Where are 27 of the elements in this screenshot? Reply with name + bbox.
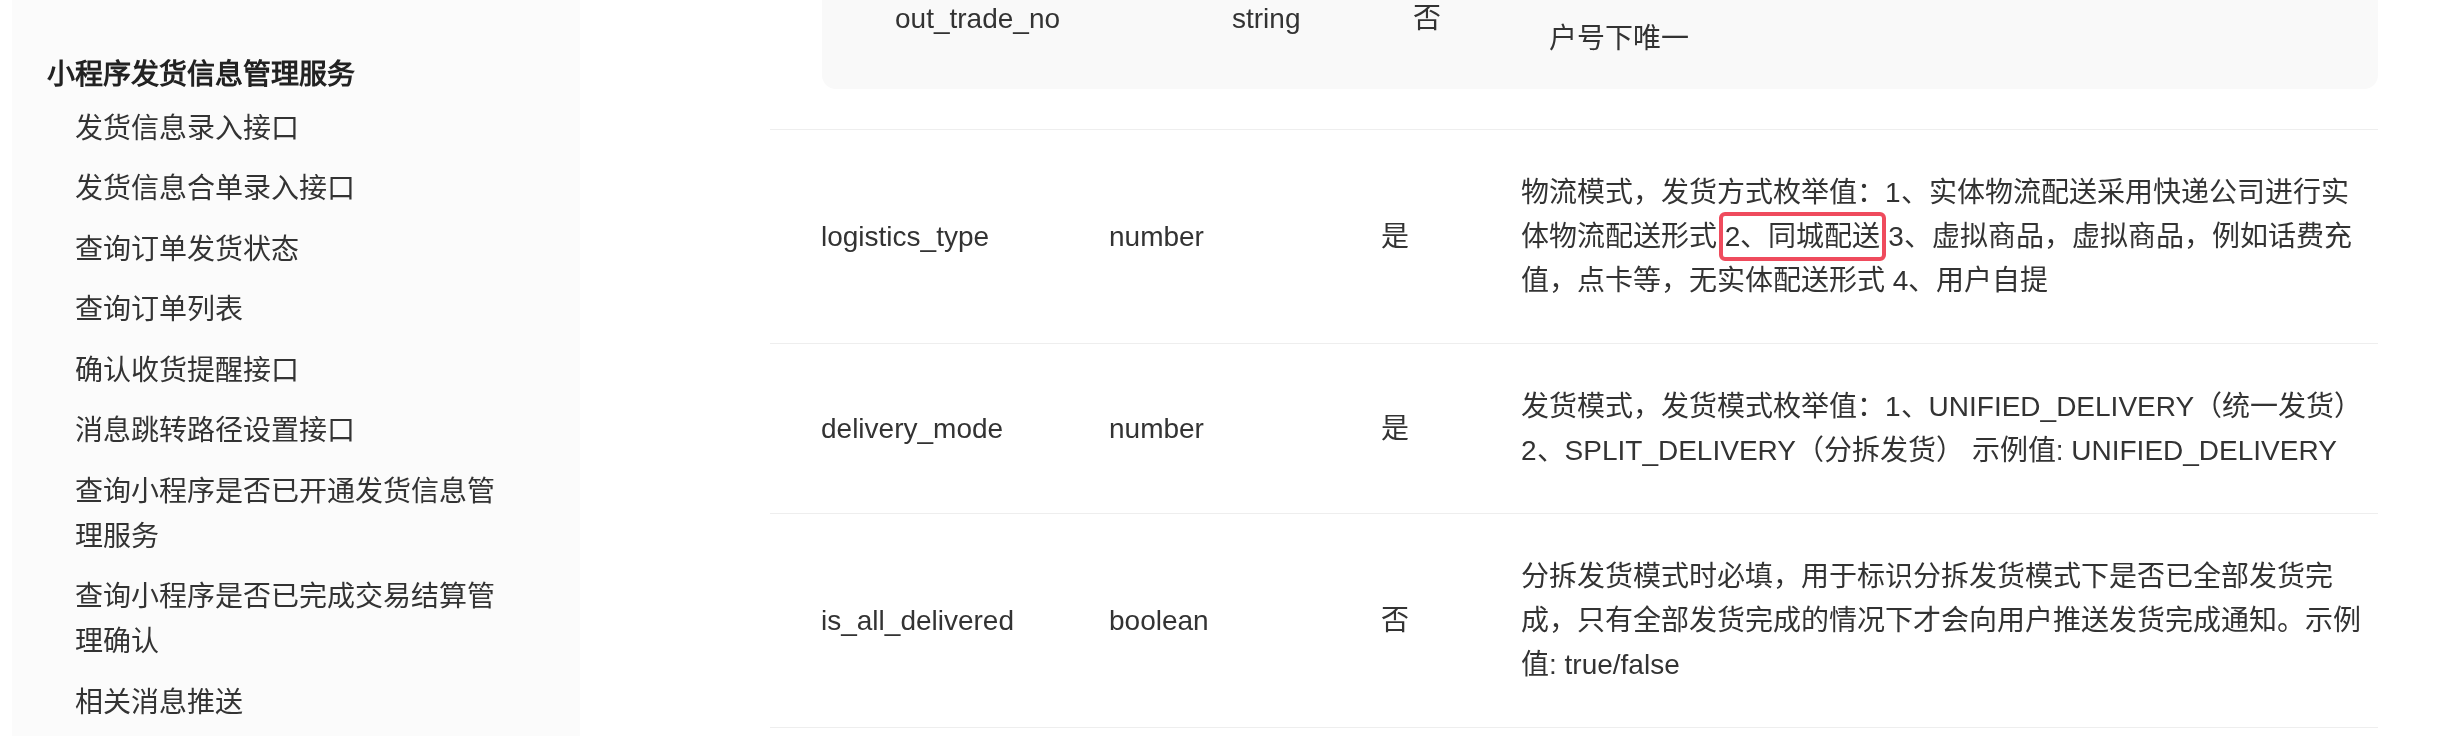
required-value: 否 <box>1381 605 1409 636</box>
sidebar-item[interactable]: 查询小程序是否已完成交易结算管理确认 <box>75 574 507 665</box>
sidebar-item[interactable]: 相关消息推送 <box>75 679 243 725</box>
parameter-name: out_trade_no <box>895 2 1061 35</box>
parameter-description: 发货模式，发货模式枚举值：1、UNIFIED_DELIVERY（统一发货）2、SPLIT_DELIVERY（分拆发货） 示例值: UNIFIED_DELIVERY <box>1521 390 2363 468</box>
sidebar-item[interactable]: 查询订单发货状态 <box>75 226 299 272</box>
sidebar-section-title: 小程序发货信息管理服务 <box>47 58 355 92</box>
sidebar-item[interactable]: 消息跳转路径设置接口 <box>75 408 355 454</box>
sidebar-item[interactable]: 发货信息合单录入接口 <box>75 166 355 212</box>
required-value: 是 <box>1381 221 1409 252</box>
parameter-name: logistics_type <box>821 221 990 252</box>
parameter-description: 分拆发货模式时必填，用于标识分拆发货模式下是否已全部发货完成，只有全部发货完成的情况下才会向用户推送发货完成通知。示例值: true/false <box>1521 560 2362 682</box>
parameter-name: delivery_mode <box>821 413 1004 444</box>
required-value: 否 <box>1413 2 1441 35</box>
required-value: 是 <box>1381 413 1409 444</box>
sidebar-item[interactable]: 查询订单列表 <box>75 287 243 333</box>
highlight-frame: 2、同城配送 <box>1718 212 1887 261</box>
parameter-type: number <box>1109 413 1204 444</box>
parameter-type: string <box>1232 2 1301 35</box>
parameter-type: boolean <box>1109 605 1209 636</box>
sidebar-item[interactable]: 发货信息录入接口 <box>75 105 299 151</box>
parameter-type: number <box>1109 221 1204 252</box>
sidebar-item[interactable]: 查询小程序是否已开通发货信息管理服务 <box>75 468 507 559</box>
parameter-name: is_all_delivered <box>821 605 1014 636</box>
parameter-description: 户号下唯一 <box>1549 22 1689 56</box>
sidebar-item[interactable]: 确认收货提醒接口 <box>75 347 299 393</box>
parameter-description: 物流模式，发货方式枚举值：1、实体物流配送采用快递公司进行实体物流配送形式 2、同城配送 3、虚拟商品，虚拟商品，例如话费充值，点卡等，无实体配送形式 4、用户自提 <box>1521 176 2353 298</box>
